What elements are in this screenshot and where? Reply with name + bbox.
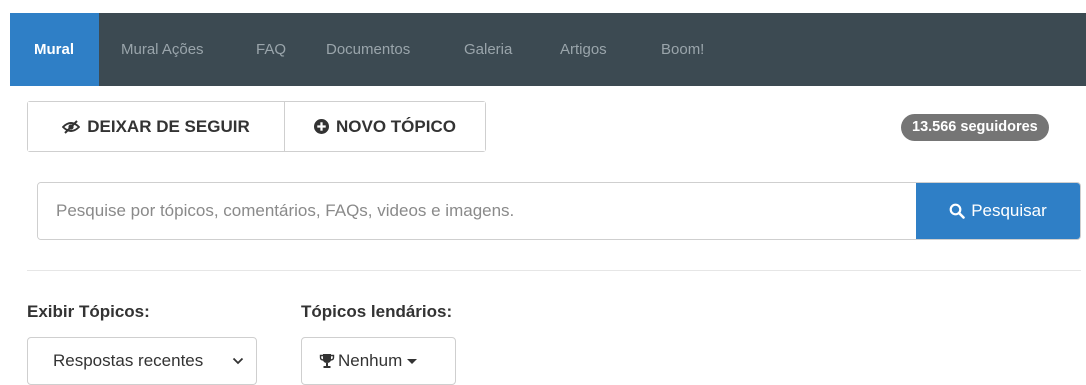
caret-down-icon	[407, 358, 418, 364]
show-topics-label: Exibir Tópicos:	[27, 302, 150, 321]
search-input[interactable]	[38, 183, 916, 239]
legendary-topics-label: Tópicos lendários:	[301, 302, 453, 321]
top-navbar: Mural Mural Ações FAQ Documentos Galeria…	[10, 13, 1086, 86]
legendary-topics-dropdown[interactable]: Nenhum	[301, 337, 456, 385]
plus-circle-icon	[314, 119, 330, 134]
followers-badge: 13.566 seguidores	[901, 114, 1049, 141]
legendary-topics-value: Nenhum	[338, 351, 403, 370]
section-divider	[27, 270, 1081, 271]
tab-mural-acoes[interactable]: Mural Ações	[99, 13, 239, 86]
tab-documentos[interactable]: Documentos	[307, 13, 445, 86]
unfollow-button[interactable]: DEIXAR DE SEGUIR	[28, 102, 284, 151]
show-topics-select[interactable]: Respostas recentes	[27, 337, 257, 385]
tab-galeria[interactable]: Galeria	[445, 13, 542, 86]
tab-artigos[interactable]: Artigos	[542, 13, 641, 86]
tab-faq[interactable]: FAQ	[239, 13, 307, 86]
eye-slash-icon	[62, 119, 81, 134]
unfollow-label: DEIXAR DE SEGUIR	[87, 116, 250, 136]
topic-actions-group: DEIXAR DE SEGUIR NOVO TÓPICO	[27, 101, 486, 152]
tab-boom[interactable]: Boom!	[641, 13, 731, 86]
trophy-icon	[319, 354, 335, 368]
search-icon	[949, 203, 965, 219]
search-button[interactable]: Pesquisar	[916, 183, 1080, 239]
search-bar: Pesquisar	[37, 182, 1081, 240]
chevron-down-icon	[232, 357, 244, 365]
show-topics-value: Respostas recentes	[53, 351, 204, 370]
search-button-label: Pesquisar	[971, 201, 1047, 220]
new-topic-button[interactable]: NOVO TÓPICO	[284, 102, 485, 151]
new-topic-label: NOVO TÓPICO	[336, 116, 456, 136]
tab-mural[interactable]: Mural	[10, 13, 99, 86]
